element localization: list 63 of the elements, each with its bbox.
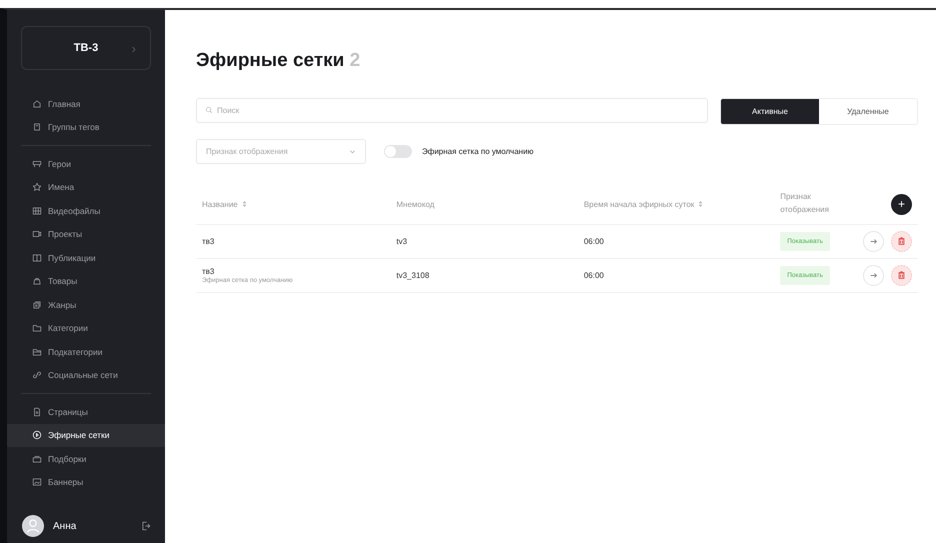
brand-selector[interactable]: ТВ-3 › — [21, 26, 151, 70]
sort-icon[interactable] — [242, 200, 247, 208]
sidebar-item[interactable]: Баннеры — [7, 470, 165, 494]
sidebar-item[interactable]: Имена — [7, 176, 165, 199]
column-header: Признак отображения — [780, 192, 829, 214]
table-cell-text: тв3 — [202, 267, 216, 276]
sidebar-item[interactable]: Герои — [7, 152, 165, 176]
menu-item-icon — [32, 300, 42, 310]
arrow-right-icon[interactable] — [863, 265, 884, 286]
menu-item-icon — [32, 430, 42, 440]
page-title: Эфирные сетки 2 — [196, 50, 362, 72]
search-icon — [205, 106, 213, 114]
search-field[interactable]: Поиск — [196, 98, 708, 123]
sidebar-item[interactable]: Жанры — [7, 293, 165, 316]
trash-icon[interactable] — [891, 265, 912, 286]
sidebar-item[interactable]: Подборки — [7, 447, 165, 470]
sidebar-item[interactable]: Товары — [7, 270, 165, 293]
menu-item-icon — [32, 346, 42, 357]
menu-item-icon — [32, 276, 42, 286]
menu-item-icon — [32, 252, 42, 263]
chevron-down-icon — [349, 148, 356, 155]
table-cell-text: тв3 — [202, 237, 216, 246]
table-cell: 06:00 — [584, 237, 604, 246]
add-button[interactable]: + — [891, 194, 912, 214]
menu-item-icon — [32, 323, 42, 334]
sidebar-item[interactable]: Главная — [7, 92, 165, 116]
column-header: Название — [202, 200, 238, 208]
avatar-icon — [22, 515, 44, 537]
menu-item-icon — [32, 370, 42, 380]
user-name: Анна — [53, 520, 78, 532]
menu-item-icon — [32, 206, 42, 216]
menu-item-icon — [32, 406, 42, 417]
menu-item-icon — [32, 182, 42, 192]
chevron-icon: › — [132, 40, 136, 56]
sidebar-item[interactable]: Категории — [7, 316, 165, 340]
sidebar-item[interactable]: Видеофайлы — [7, 199, 165, 222]
table-cell: tv3 — [396, 237, 408, 246]
sidebar-item[interactable]: Проекты — [7, 222, 165, 246]
sidebar-item[interactable]: Подкатегории — [7, 340, 165, 364]
table-cell: tv3_3108 — [396, 271, 430, 280]
column-header: Время начала эфирных суток — [584, 200, 694, 208]
menu-item-icon — [32, 477, 42, 488]
toggle-label: Эфирная сетка по умолчанию — [422, 147, 534, 156]
toggle-switch[interactable] — [384, 145, 412, 158]
item-count: 2 — [350, 50, 360, 71]
menu-item-icon — [32, 98, 42, 109]
column-header: Мнемокод — [396, 200, 434, 208]
menu-item-icon — [32, 454, 42, 464]
sidebar-item[interactable]: Социальные сети — [7, 364, 165, 387]
brand-name: ТВ-3 — [74, 42, 98, 54]
menu-item-icon — [32, 158, 42, 169]
logout-icon[interactable] — [141, 521, 151, 531]
sidebar-item[interactable]: Публикации — [7, 246, 165, 270]
sort-icon[interactable] — [698, 200, 704, 208]
menu-item-icon — [32, 122, 42, 132]
sidebar-item[interactable]: Страницы — [7, 400, 165, 424]
trash-icon[interactable] — [891, 231, 912, 252]
arrow-right-icon[interactable] — [863, 231, 884, 252]
sidebar-item[interactable]: Группы тегов — [7, 116, 165, 139]
sidebar-item[interactable]: Эфирные сетки — [7, 424, 165, 447]
menu-item-icon — [32, 229, 42, 240]
table-cell: 06:00 — [584, 271, 604, 280]
filter-tab[interactable]: Активные — [721, 99, 819, 124]
